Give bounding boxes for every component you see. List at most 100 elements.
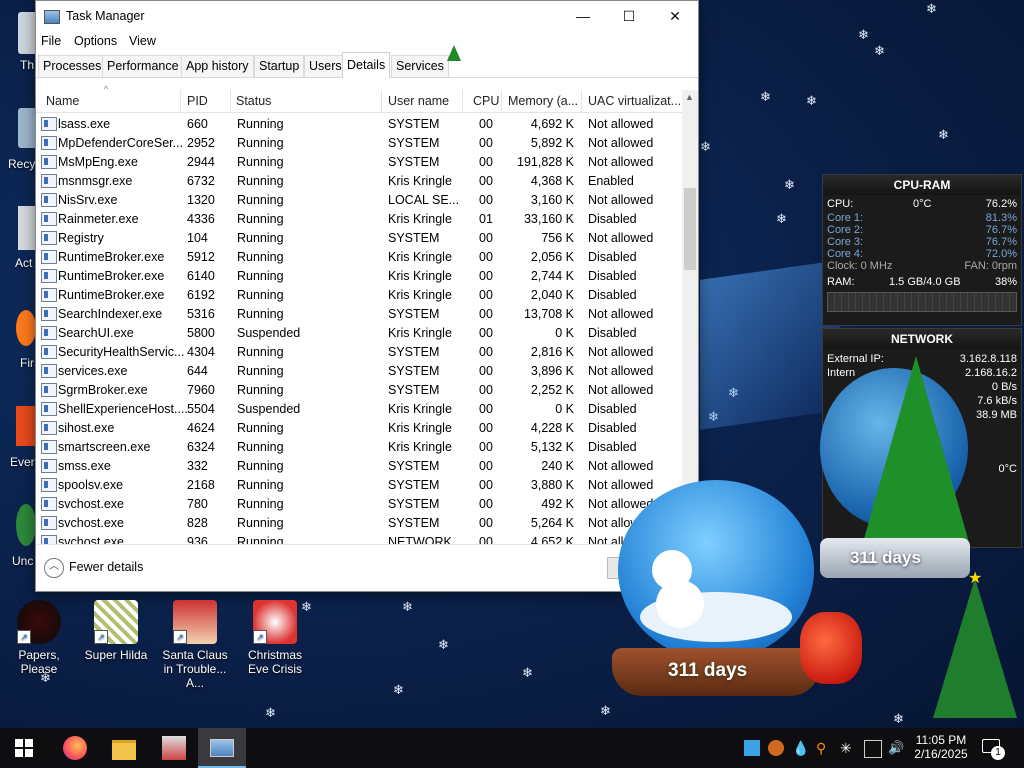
- table-row[interactable]: Rainmeter.exe 4336 Running Kris Kringle 01 33…: [36, 209, 682, 228]
- taskbar-firefox[interactable]: [50, 728, 98, 768]
- start-button[interactable]: [0, 728, 48, 768]
- process-cpu: 00: [479, 269, 493, 283]
- snowflake-tray-icon[interactable]: ✳: [840, 740, 856, 756]
- table-row[interactable]: svchost.exe 780 Running SYSTEM 00 492 K Not al…: [36, 494, 682, 513]
- tab-app-history[interactable]: App history: [181, 55, 254, 77]
- column-status[interactable]: Status: [236, 94, 271, 108]
- title-bar[interactable]: Task Manager — ☐ ✕: [36, 1, 698, 31]
- column-divider[interactable]: [230, 90, 231, 112]
- tab-performance[interactable]: Performance: [102, 55, 184, 77]
- table-row[interactable]: SecurityHealthServic... 4304 Running SYSTEM…: [36, 342, 682, 361]
- column-divider[interactable]: [581, 90, 582, 112]
- column-cpu[interactable]: CPU: [473, 94, 499, 108]
- fewer-details-link[interactable]: Fewer details: [69, 560, 143, 574]
- cpu-temp: 0°C: [913, 198, 932, 210]
- tray-app-icon[interactable]: [768, 740, 784, 756]
- desktop-icon-papers-please[interactable]: ↗ Papers, Please: [3, 600, 75, 676]
- scroll-thumb[interactable]: [684, 188, 696, 270]
- process-user: NETWORK...: [388, 535, 463, 544]
- taskbar-task-manager[interactable]: [198, 728, 246, 768]
- column-memory[interactable]: Memory (a...: [508, 94, 578, 108]
- table-row[interactable]: RuntimeBroker.exe 5912 Running Kris Kringle…: [36, 247, 682, 266]
- process-icon: [41, 421, 57, 435]
- clock-area[interactable]: 11:05 PM 2/16/2025: [910, 731, 972, 765]
- snow-globe-tree: 311 days: [820, 356, 970, 583]
- minimize-button[interactable]: —: [560, 1, 606, 31]
- maximize-button[interactable]: ☐: [606, 1, 652, 31]
- column-pid[interactable]: PID: [187, 94, 208, 108]
- tab-processes[interactable]: Processes: [38, 55, 107, 77]
- game-app-icon: [162, 736, 186, 760]
- fewer-details-chevron-icon[interactable]: ︿: [44, 558, 64, 578]
- taskbar-file-explorer[interactable]: [100, 728, 148, 768]
- snowflake-icon: ❄: [393, 682, 404, 697]
- table-row[interactable]: smss.exe 332 Running SYSTEM 00 240 K Not allow…: [36, 456, 682, 475]
- app-icon[interactable]: [16, 504, 36, 546]
- process-memory: 2,252 K: [530, 383, 574, 397]
- process-memory: 2,744 K: [530, 269, 574, 283]
- menu-file[interactable]: File: [41, 34, 61, 48]
- table-row[interactable]: RuntimeBroker.exe 6140 Running Kris Kringle…: [36, 266, 682, 285]
- vertical-scrollbar[interactable]: ▲: [682, 90, 698, 544]
- process-icon: [41, 516, 57, 530]
- menu-options[interactable]: Options: [74, 34, 117, 48]
- desktop-icon-super-hilda[interactable]: ↗ Super Hilda: [80, 600, 152, 662]
- app-icon[interactable]: [16, 406, 36, 446]
- windows-logo-icon: [15, 739, 33, 757]
- process-icon: [41, 155, 57, 169]
- firefox-icon[interactable]: [16, 310, 36, 346]
- table-row[interactable]: RuntimeBroker.exe 6192 Running Kris Kringle…: [36, 285, 682, 304]
- column-name[interactable]: Name: [46, 94, 79, 108]
- column-user-name[interactable]: User name: [388, 94, 449, 108]
- table-row[interactable]: smartscreen.exe 6324 Running Kris Kringle 00…: [36, 437, 682, 456]
- volume-icon[interactable]: 🔊: [888, 740, 904, 756]
- tray-app-icon[interactable]: [744, 740, 760, 756]
- water-drop-icon[interactable]: 💧: [792, 740, 809, 756]
- desktop-icon-santa-claus[interactable]: ↗ Santa Claus in Trouble... A...: [157, 600, 233, 690]
- column-divider[interactable]: [501, 90, 502, 112]
- table-row[interactable]: MpDefenderCoreSer... 2952 Running SYSTEM 00 5…: [36, 133, 682, 152]
- table-row[interactable]: SearchUI.exe 5800 Suspended Kris Kringle 00 0…: [36, 323, 682, 342]
- table-row[interactable]: MsMpEng.exe 2944 Running SYSTEM 00 191,828 K N…: [36, 152, 682, 171]
- column-divider[interactable]: [462, 90, 463, 112]
- table-row[interactable]: msnmsgr.exe 6732 Running Kris Kringle 00 4,36…: [36, 171, 682, 190]
- tab-services[interactable]: Services: [391, 55, 449, 77]
- close-button[interactable]: ✕: [652, 1, 698, 31]
- process-cpu: 00: [479, 326, 493, 340]
- process-cpu: 00: [479, 478, 493, 492]
- christmas-tree-cursor-icon: [447, 45, 461, 61]
- table-row[interactable]: SearchIndexer.exe 5316 Running SYSTEM 00 13,7…: [36, 304, 682, 323]
- process-uac: Disabled: [588, 212, 637, 226]
- process-status: Running: [237, 174, 284, 188]
- acrobat-icon[interactable]: [18, 206, 36, 250]
- table-row[interactable]: SgrmBroker.exe 7960 Running SYSTEM 00 2,252 K…: [36, 380, 682, 399]
- menu-view[interactable]: View: [129, 34, 156, 48]
- process-uac: Not allowed: [588, 231, 654, 245]
- taskbar-game-app[interactable]: [150, 728, 198, 768]
- table-row[interactable]: lsass.exe 660 Running SYSTEM 00 4,692 K Not al…: [36, 114, 682, 133]
- table-row[interactable]: services.exe 644 Running SYSTEM 00 3,896 K Not…: [36, 361, 682, 380]
- process-cpu: 00: [479, 497, 493, 511]
- table-row[interactable]: sihost.exe 4624 Running Kris Kringle 00 4,228…: [36, 418, 682, 437]
- scroll-up-icon[interactable]: ▲: [685, 92, 694, 102]
- column-divider[interactable]: [180, 90, 181, 112]
- desktop-icon-christmas-eve-crisis[interactable]: ↗ Christmas Eve Crisis: [236, 600, 314, 676]
- search-magnifier-icon[interactable]: ⚲: [816, 740, 832, 756]
- process-name: smartscreen.exe: [58, 440, 151, 454]
- tab-details[interactable]: Details: [342, 52, 391, 78]
- tab-startup[interactable]: Startup: [254, 55, 305, 77]
- notification-center-button[interactable]: 1: [980, 736, 1005, 760]
- process-name: svchost.exe: [58, 516, 125, 530]
- table-row[interactable]: svchost.exe 828 Running SYSTEM 00 5,264 K Not …: [36, 513, 682, 532]
- table-row[interactable]: spoolsv.exe 2168 Running SYSTEM 00 3,880 K Not…: [36, 475, 682, 494]
- table-row[interactable]: Registry 104 Running SYSTEM 00 756 K Not allow…: [36, 228, 682, 247]
- tab-users[interactable]: Users: [304, 55, 347, 77]
- table-row[interactable]: ShellExperienceHost.... 5504 Suspended Kris…: [36, 399, 682, 418]
- table-row[interactable]: NisSrv.exe 1320 Running LOCAL SE... 00 3,160 …: [36, 190, 682, 209]
- process-cpu: 00: [479, 345, 493, 359]
- table-row[interactable]: svchost.exe 936 Running NETWORK... 00 4,652 K…: [36, 532, 682, 544]
- snowflake-icon: ❄: [776, 211, 787, 226]
- network-icon[interactable]: [864, 740, 882, 758]
- column-divider[interactable]: [381, 90, 382, 112]
- column-uac[interactable]: UAC virtualizat...: [588, 94, 681, 108]
